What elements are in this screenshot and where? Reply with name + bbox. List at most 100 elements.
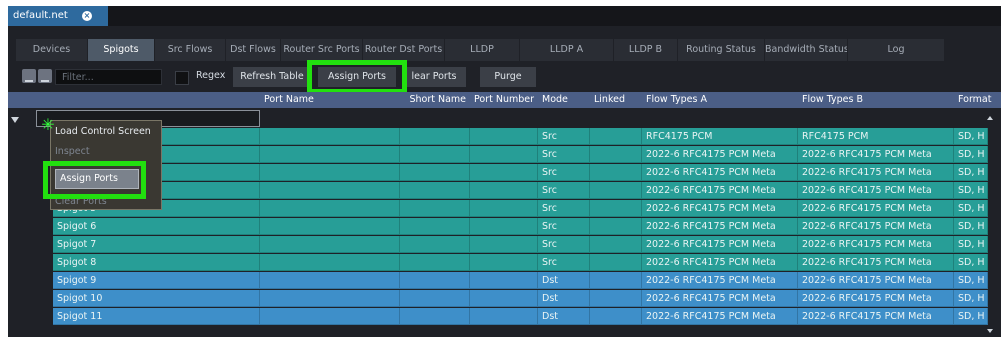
table-row[interactable]: Spigot 7 Src 2022-6 RFC4175 PCM Meta 202… — [53, 236, 1001, 254]
short-name-cell — [260, 164, 400, 181]
mode-cell: Src — [538, 200, 590, 217]
menu-item-inspect[interactable]: Inspect — [55, 143, 90, 161]
tab-bandwidth-status[interactable]: Bandwidth Status — [765, 39, 847, 61]
flow-types-b-cell: RFC4175 PCM — [798, 128, 954, 145]
table-row[interactable]: Spigot 9 Dst 2022-6 RFC4175 PCM Meta 202… — [53, 272, 1001, 290]
format-cell: SD, H — [954, 128, 988, 145]
format-cell: SD, H — [954, 200, 988, 217]
column-port-name[interactable]: Port Name — [260, 92, 400, 108]
short-name-cell — [260, 128, 400, 145]
linked-cell — [590, 128, 642, 145]
format-cell: SD, H — [954, 146, 988, 163]
port-name-cell: Spigot 8 — [53, 254, 260, 271]
table-row[interactable]: Spigot 11 Dst 2022-6 RFC4175 PCM Meta 20… — [53, 308, 1001, 326]
tab-routing-status[interactable]: Routing Status — [678, 39, 764, 61]
table-header: Port Name Short Name Port Number Mode Li… — [8, 92, 1001, 108]
tab-lldp[interactable]: LLDP — [445, 39, 519, 61]
format-cell: SD, H — [954, 254, 988, 271]
short-name-cell — [260, 254, 400, 271]
table-row[interactable]: Src 2022-6 RFC4175 PCM Meta 2022-6 RFC41… — [53, 182, 1001, 200]
table-row[interactable]: Spigot 6 Src 2022-6 RFC4175 PCM Meta 202… — [53, 218, 1001, 236]
collapse-all-icon[interactable] — [22, 69, 36, 83]
table-row[interactable]: Src RFC4175 PCM RFC4175 PCM SD, H — [53, 128, 1001, 146]
spacer-cell — [470, 218, 538, 235]
document-tab-strip: default.net × — [8, 6, 1001, 26]
table-row[interactable]: Src 2022-6 RFC4175 PCM Meta 2022-6 RFC41… — [53, 146, 1001, 164]
table-row[interactable]: Spigot 10 Dst 2022-6 RFC4175 PCM Meta 20… — [53, 290, 1001, 308]
scroll-down-icon[interactable] — [987, 329, 993, 333]
column-port-number[interactable]: Port Number — [470, 92, 538, 108]
spacer-cell — [470, 182, 538, 199]
tree-expand-icon[interactable] — [11, 117, 19, 123]
port-name-cell: Spigot 11 — [53, 308, 260, 325]
mode-cell: Dst — [538, 308, 590, 325]
assign-ports-button[interactable]: Assign Ports — [318, 67, 396, 87]
mode-cell: Src — [538, 164, 590, 181]
column-mode[interactable]: Mode — [538, 92, 590, 108]
linked-cell — [590, 308, 642, 325]
short-name-cell — [260, 146, 400, 163]
cursor-click-icon: ✳ — [41, 115, 55, 134]
table-row[interactable]: Spigot 8 Src 2022-6 RFC4175 PCM Meta 202… — [53, 254, 1001, 272]
filter-input[interactable] — [55, 69, 162, 85]
table-row[interactable]: Src 2022-6 RFC4175 PCM Meta 2022-6 RFC41… — [53, 164, 1001, 182]
tab-spigots[interactable]: Spigots — [88, 39, 154, 61]
tab-router-src-ports[interactable]: Router Src Ports — [281, 39, 362, 61]
mode-cell: Src — [538, 218, 590, 235]
regex-checkbox[interactable] — [175, 71, 189, 85]
mode-cell: Src — [538, 182, 590, 199]
tab-src-flows[interactable]: Src Flows — [155, 39, 225, 61]
menu-item-load-control-screen[interactable]: Load Control Screen — [55, 123, 151, 141]
mode-cell: Src — [538, 128, 590, 145]
column-flow-types-b[interactable]: Flow Types B — [798, 92, 954, 108]
flow-types-b-cell: 2022-6 RFC4175 PCM Meta — [798, 182, 954, 199]
column-linked[interactable]: Linked — [590, 92, 642, 108]
mode-cell: Src — [538, 254, 590, 271]
linked-cell — [590, 200, 642, 217]
column-flow-types-a[interactable]: Flow Types A — [642, 92, 798, 108]
port-number-cell — [400, 308, 470, 325]
tab-lldp-a[interactable]: LLDP A — [520, 39, 613, 61]
tab-log[interactable]: Log — [848, 39, 944, 61]
clear-ports-button[interactable]: lear Ports — [402, 67, 466, 87]
refresh-table-button[interactable]: Refresh Table — [233, 67, 311, 87]
flow-types-a-cell: 2022-6 RFC4175 PCM Meta — [642, 290, 798, 307]
document-tab-label: default.net — [13, 10, 68, 21]
port-number-cell — [400, 272, 470, 289]
short-name-cell — [260, 236, 400, 253]
port-number-cell — [400, 146, 470, 163]
flow-types-b-cell: 2022-6 RFC4175 PCM Meta — [798, 308, 954, 325]
linked-cell — [590, 218, 642, 235]
table-row[interactable]: Spigot 5 Src 2022-6 RFC4175 PCM Meta 202… — [53, 200, 1001, 218]
purge-button[interactable]: Purge — [480, 67, 536, 87]
linked-cell — [590, 272, 642, 289]
spacer-cell — [470, 200, 538, 217]
linked-cell — [590, 254, 642, 271]
tab-router-dst-ports[interactable]: Router Dst Ports — [363, 39, 444, 61]
menu-item-clear-ports[interactable]: Clear Ports — [55, 193, 107, 211]
close-icon[interactable]: × — [82, 11, 92, 21]
expand-all-icon[interactable] — [38, 69, 52, 83]
column-format[interactable]: Format — [954, 92, 994, 108]
linked-cell — [590, 164, 642, 181]
menu-item-assign-ports[interactable]: Assign Ports — [55, 169, 139, 189]
port-number-cell — [400, 290, 470, 307]
spacer-cell — [470, 164, 538, 181]
tab-dst-flows[interactable]: Dst Flows — [226, 39, 280, 61]
spacer-cell — [470, 290, 538, 307]
scroll-up-icon[interactable] — [987, 116, 993, 120]
document-tab[interactable]: default.net × — [8, 6, 108, 26]
toolbar: Regex Refresh Table Assign Ports lear Po… — [8, 60, 1001, 94]
flow-types-a-cell: RFC4175 PCM — [642, 128, 798, 145]
tab-lldp-b[interactable]: LLDP B — [614, 39, 677, 61]
column-short-name[interactable]: Short Name — [400, 92, 470, 108]
port-number-cell — [400, 164, 470, 181]
spacer-cell — [470, 308, 538, 325]
tab-devices[interactable]: Devices — [16, 39, 87, 61]
flow-types-a-cell: 2022-6 RFC4175 PCM Meta — [642, 308, 798, 325]
port-number-cell — [400, 236, 470, 253]
short-name-cell — [260, 272, 400, 289]
flow-types-a-cell: 2022-6 RFC4175 PCM Meta — [642, 254, 798, 271]
port-number-cell — [400, 200, 470, 217]
flow-types-b-cell: 2022-6 RFC4175 PCM Meta — [798, 146, 954, 163]
